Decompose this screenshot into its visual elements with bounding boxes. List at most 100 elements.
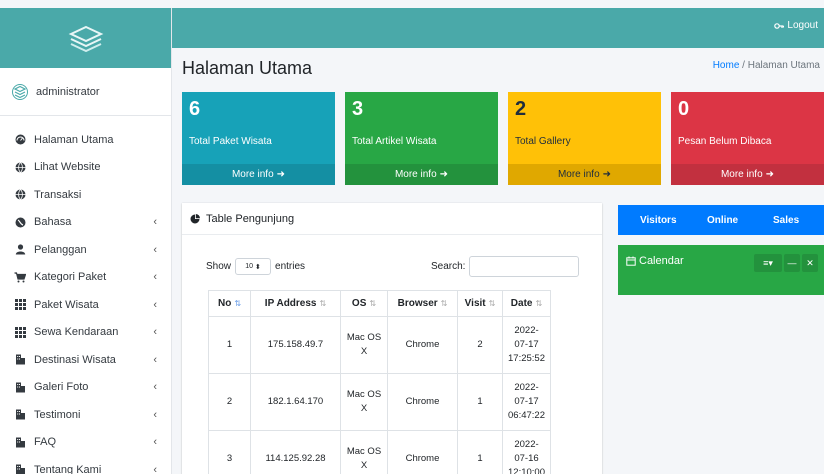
cell-browser: Chrome — [387, 316, 458, 374]
search-input[interactable] — [469, 256, 580, 277]
remove-button[interactable]: ✕ — [802, 254, 818, 272]
close-icon: ✕ — [806, 257, 814, 268]
brand-logo[interactable] — [0, 8, 171, 68]
cell-no-text: 1 — [226, 339, 233, 350]
column-header-label: Visit — [464, 298, 486, 309]
column-header-os[interactable]: OS ⇅ — [340, 290, 388, 317]
sidebar-item-tentang-kami[interactable]: Tentang Kami ‹ — [0, 456, 171, 474]
sort-icon: ⇅ — [369, 299, 377, 308]
sort-icon: ⇅ — [234, 299, 242, 308]
info-box-value: 3 — [352, 98, 364, 120]
calendar-title: Calendar — [639, 255, 684, 267]
column-header-browser[interactable]: Browser ⇅ — [387, 290, 458, 317]
breadcrumb-home-link[interactable]: Home — [713, 60, 740, 71]
tab-online[interactable]: Online — [707, 215, 738, 226]
sidebar-item-label: Sewa Kendaraan — [34, 326, 119, 339]
cell-os-text: X — [360, 403, 368, 414]
sidebar-item-destinasi-wisata[interactable]: Destinasi Wisata ‹ — [0, 346, 171, 374]
cell-os-text: X — [360, 460, 368, 471]
cell-ip-text: 175.158.49.7 — [267, 339, 324, 350]
sidebar-item-pelanggan[interactable]: Pelanggan ‹ — [0, 236, 171, 264]
tab-visitors[interactable]: Visitors — [640, 215, 677, 226]
sidebar-item-halaman-utama[interactable]: Halaman Utama — [0, 126, 171, 154]
sidebar-item-label: Tentang Kami — [34, 463, 102, 474]
sidebar-item-testimoni[interactable]: Testimoni ‹ — [0, 401, 171, 429]
chevron-left-icon: ‹ — [153, 216, 157, 229]
sort-icon: ⇅ — [488, 299, 496, 308]
building-icon — [14, 354, 26, 366]
sidebar-item-label: Paket Wisata — [34, 298, 99, 311]
column-header-label: Date — [510, 298, 533, 309]
cell-os-text: Mac OS — [346, 389, 382, 400]
info-box-gallery: 2 Total Gallery More info ➜ — [508, 92, 661, 185]
dashboard-icon — [14, 134, 26, 146]
grid-icon — [14, 326, 26, 338]
bars-icon: ≡▾ — [763, 257, 773, 268]
logout-button[interactable]: Logout — [774, 20, 818, 31]
sidebar-item-bahasa[interactable]: Bahasa ‹ — [0, 209, 171, 237]
column-header-no[interactable]: No ⇅ — [208, 290, 251, 317]
column-header-date[interactable]: Date ⇅ — [502, 290, 551, 317]
show-label: Show — [206, 261, 232, 272]
cell-browser: Chrome — [387, 430, 458, 474]
cell-date-text: 12:10:00 — [508, 467, 545, 474]
cell-os: Mac OS X — [340, 316, 388, 374]
chevron-left-icon: ‹ — [153, 298, 157, 311]
sidebar-item-paket-wisata[interactable]: Paket Wisata ‹ — [0, 291, 171, 319]
sidebar-item-label: FAQ — [34, 436, 57, 449]
info-box-value: 0 — [678, 98, 690, 120]
key-icon — [774, 22, 785, 29]
column-header-visit[interactable]: Visit ⇅ — [457, 290, 503, 317]
sidebar-item-sewa-kendaraan[interactable]: Sewa Kendaraan ‹ — [0, 319, 171, 347]
sidebar-item-label: Bahasa — [34, 216, 72, 229]
arrow-circle-right-icon: ➜ — [439, 169, 449, 180]
pie-chart-icon — [190, 213, 200, 223]
cell-ip-text: 182.1.64.170 — [267, 396, 324, 407]
sidebar-item-lihat-website[interactable]: Lihat Website — [0, 154, 171, 182]
info-box-paket: 6 Total Paket Wisata More info ➜ — [182, 92, 335, 185]
tab-sales[interactable]: Sales — [773, 215, 799, 226]
collapse-button[interactable]: — — [784, 254, 800, 272]
entries-select[interactable]: 10 ⬍ — [235, 258, 272, 275]
sidebar-item-label: Galeri Foto — [34, 381, 89, 394]
more-info-link[interactable]: More info ➜ — [508, 164, 661, 185]
sidebar-item-transaksi[interactable]: Transaksi — [0, 181, 171, 209]
page-length-control: Show 10 ⬍ entries — [206, 258, 305, 275]
arrow-circle-right-icon: ➜ — [765, 169, 775, 180]
cell-date: 2022- 07-16 12:10:00 — [502, 430, 551, 474]
building-icon — [14, 464, 26, 474]
user-panel[interactable]: administrator — [0, 68, 171, 116]
cell-date-text: 2022- — [514, 439, 539, 450]
cell-visit-text: 1 — [477, 396, 483, 407]
info-box-label: Pesan Belum Dibaca — [678, 136, 772, 147]
cart-icon — [14, 271, 26, 283]
sidebar-item-kategori-paket[interactable]: Kategori Paket ‹ — [0, 264, 171, 292]
column-header-ip[interactable]: IP Address ⇅ — [250, 290, 341, 317]
table-row: 3 114.125.92.28 Mac OS X Chrome 1 2022- 07-16 12… — [208, 430, 551, 474]
entries-select-value: 10 — [245, 263, 253, 270]
more-info-link[interactable]: More info ➜ — [182, 164, 335, 185]
top-navbar: Logout — [172, 8, 824, 48]
cell-no-text: 3 — [226, 453, 233, 464]
cell-visit-text: 1 — [477, 453, 483, 464]
cell-os-text: X — [360, 346, 368, 357]
chevron-left-icon: ‹ — [153, 436, 157, 449]
sort-icon: ⇅ — [319, 299, 327, 308]
arrow-circle-right-icon: ➜ — [276, 169, 286, 180]
column-header-label: OS — [351, 298, 367, 309]
sidebar-item-galeri-foto[interactable]: Galeri Foto ‹ — [0, 374, 171, 402]
cell-os: Mac OS X — [340, 430, 388, 474]
calendar-menu-button[interactable]: ≡▾ — [754, 254, 782, 272]
calendar-header: Calendar — [626, 255, 684, 267]
visitors-card: Table Pengunjung Show 10 ⬍ entries Searc… — [182, 203, 602, 474]
calendar-card: Calendar ≡▾ — ✕ — [618, 245, 824, 295]
sidebar-item-faq[interactable]: FAQ ‹ — [0, 429, 171, 457]
card-title: Table Pengunjung — [206, 212, 295, 225]
more-info-link[interactable]: More info ➜ — [345, 164, 498, 185]
more-info-link[interactable]: More info ➜ — [671, 164, 824, 185]
cell-visit-text: 2 — [477, 339, 483, 350]
chevron-left-icon: ‹ — [153, 408, 157, 421]
cell-browser: Chrome — [387, 373, 458, 431]
arrow-circle-right-icon: ➜ — [602, 169, 612, 180]
more-info-label: More info — [394, 169, 437, 180]
